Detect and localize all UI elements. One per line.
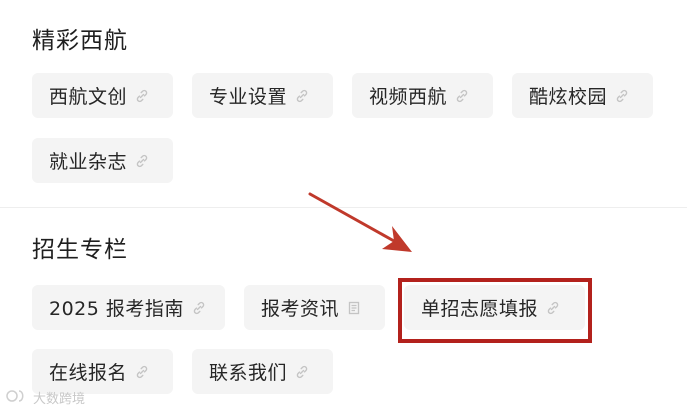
chip-lianxi-women[interactable]: 联系我们	[192, 349, 333, 394]
chip-baokao-zhinan[interactable]: 2025 报考指南	[32, 285, 225, 330]
chip-zhuanye-shezhi[interactable]: 专业设置	[192, 73, 333, 118]
link-icon	[192, 301, 206, 315]
chip-label: 联系我们	[209, 362, 288, 384]
document-icon	[347, 301, 361, 315]
chip-label: 视频西航	[369, 86, 448, 108]
link-icon	[455, 89, 469, 103]
chip-label: 西航文创	[49, 86, 128, 108]
link-icon	[295, 89, 309, 103]
chip-jiuye-zazhi[interactable]: 就业杂志	[32, 138, 173, 183]
chip-kuxuan-xiaoyuan[interactable]: 酷炫校园	[512, 73, 653, 118]
link-icon	[135, 89, 149, 103]
chip-label: 报考资讯	[261, 298, 340, 320]
section-title-zhaosheng: 招生专栏	[32, 237, 128, 263]
watermark: 大数跨境	[6, 388, 85, 407]
watermark-text: 大数跨境	[33, 392, 86, 407]
section-title-jingcai: 精彩西航	[32, 28, 128, 54]
link-icon	[615, 89, 629, 103]
link-icon	[295, 365, 309, 379]
page: 精彩西航 西航文创 专业设置 视频西航 酷炫校园 就业杂志 招生专栏 2025 …	[0, 0, 687, 412]
chip-label: 酷炫校园	[529, 86, 608, 108]
link-icon	[135, 365, 149, 379]
chip-xihang-wenchuang[interactable]: 西航文创	[32, 73, 173, 118]
chip-label: 在线报名	[49, 362, 128, 384]
chip-baokao-zixun[interactable]: 报考资讯	[244, 285, 385, 330]
link-icon	[135, 154, 149, 168]
chip-shipin-xihang[interactable]: 视频西航	[352, 73, 493, 118]
highlight-box	[398, 278, 592, 343]
chip-label: 专业设置	[209, 86, 288, 108]
brand-logo-icon	[6, 389, 30, 407]
chip-label: 2025 报考指南	[49, 298, 184, 320]
chip-label: 就业杂志	[49, 151, 128, 173]
section-divider	[0, 207, 687, 208]
